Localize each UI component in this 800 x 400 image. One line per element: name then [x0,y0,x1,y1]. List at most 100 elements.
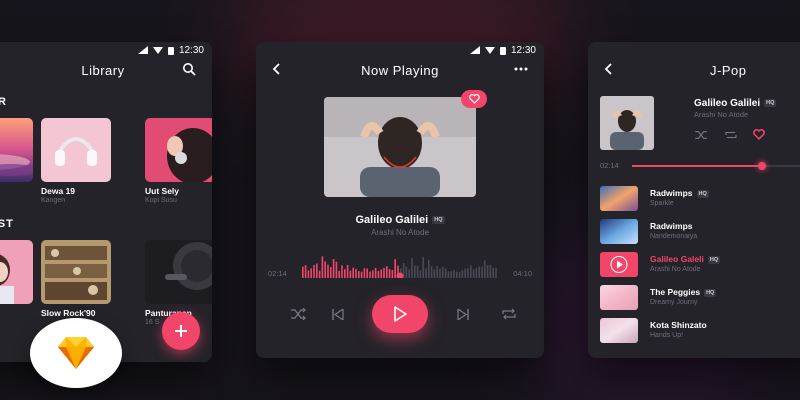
track-title: Radwimps [650,221,693,231]
album-art [600,285,638,310]
waveform-bar [478,266,480,278]
hq-badge: HQ [696,189,709,198]
track-thumb [600,318,638,343]
track-title-line: Radwimps [650,221,693,231]
track-thumb [600,252,638,277]
waveform-bar [461,270,464,278]
heart-icon[interactable] [753,129,765,140]
album-subtitle: 16 S [145,319,160,326]
track-subtitle: Hands Up! [650,332,684,339]
current-song-line: Galileo Galilei HQ [694,98,777,109]
waveform-bar [425,268,427,278]
album-art [145,118,212,182]
track-row[interactable]: The Peggies HQ Dreamy Journy [600,285,800,311]
waveform-seekbar[interactable] [302,248,498,278]
track-title-line: Kota Shinzato [650,320,707,330]
track-row[interactable]: Radwimps HQ Sparkle [600,186,800,212]
track-row[interactable]: Galileo Galeli HQ Arashi No Atode [600,252,800,278]
library-screen: 12:30 Library R Dewa 19 Kangen Uut Sely … [0,42,212,362]
album-tile[interactable] [41,118,111,182]
album-art [324,97,476,197]
wifi-icon [152,47,163,54]
section-title: LIST [0,218,14,230]
album-art [41,118,111,182]
waveform-bar [388,269,391,278]
page-title: J-Pop [710,62,747,78]
waveform-bar [489,264,492,278]
waveform-bar [363,268,366,278]
album-tile[interactable] [0,118,33,182]
track-row[interactable]: Radwimps Nandemonaiya [600,219,800,245]
status-time: 12:30 [178,44,204,56]
progress-fill [632,165,762,167]
waveform-bar [369,271,371,278]
signal-icon [137,46,148,54]
track-title-line: The Peggies HQ [650,287,717,297]
waveform-bar [458,271,461,278]
repeat-icon[interactable] [501,308,517,320]
waveform-bar [355,268,357,278]
waveform-bar [467,268,469,278]
waveform-bar [377,271,380,278]
waveform-bar [321,256,324,278]
current-song-title: Galileo Galilei [694,98,761,109]
repeat-icon[interactable] [724,130,738,140]
album-cover [324,97,476,197]
waveform-bar [394,259,396,278]
waveform-bar [366,268,368,278]
waveform-bar [495,267,497,278]
track-subtitle: Sparkle [650,200,674,207]
waveform-bar [358,271,360,278]
waveform-bar [430,266,433,278]
track-row[interactable]: Kota Shinzato Hands Up! [600,318,800,344]
album-tile[interactable] [145,240,212,304]
elapsed-time: 02:14 [600,161,619,170]
back-icon[interactable] [272,62,282,76]
more-icon[interactable] [514,62,528,76]
play-button[interactable] [372,295,428,333]
waveform-bar [302,266,304,278]
battery-icon [167,46,174,55]
sketch-logo [58,337,94,369]
favorite-button[interactable] [461,90,487,108]
progress-knob[interactable] [758,162,766,170]
waveform-bar [484,260,486,278]
hq-badge: HQ [764,99,777,108]
album-tile[interactable] [0,240,33,304]
waveform-bar [304,265,307,278]
waveform-bar [349,270,352,278]
total-time: 04:10 [513,269,532,278]
album-title: Slow Rock'90 [41,308,96,318]
previous-icon[interactable] [332,309,344,320]
track-thumb [600,186,638,211]
add-button[interactable] [162,312,200,350]
elapsed-time: 02:14 [268,269,287,278]
waveform-bar [486,265,489,278]
app-bar: J-Pop [588,58,800,82]
album-tile[interactable] [41,240,111,304]
hq-badge: HQ [704,288,717,297]
shuffle-icon[interactable] [290,308,306,320]
waveform-bar [335,261,338,278]
waveform-bar [405,266,408,278]
app-bar: Library [0,58,212,82]
waveform-bar [447,271,450,278]
album-art [600,96,654,150]
waveform-bar [318,270,321,278]
waveform-bar [386,266,388,278]
progress-track[interactable] [632,162,800,170]
waveform-bar [444,268,447,278]
back-icon[interactable] [604,62,614,76]
waveform-bar [414,265,416,278]
track-title: Galileo Galeli [650,254,704,264]
shuffle-icon[interactable] [694,130,708,140]
wifi-icon [484,47,495,54]
next-icon[interactable] [457,309,469,320]
album-tile[interactable] [145,118,212,182]
waveform-bar [380,269,382,278]
album-art [0,240,33,304]
track-subtitle: Nandemonaiya [650,233,698,240]
search-icon[interactable] [182,62,196,76]
section-title: R [0,96,7,108]
status-bar [588,42,800,58]
